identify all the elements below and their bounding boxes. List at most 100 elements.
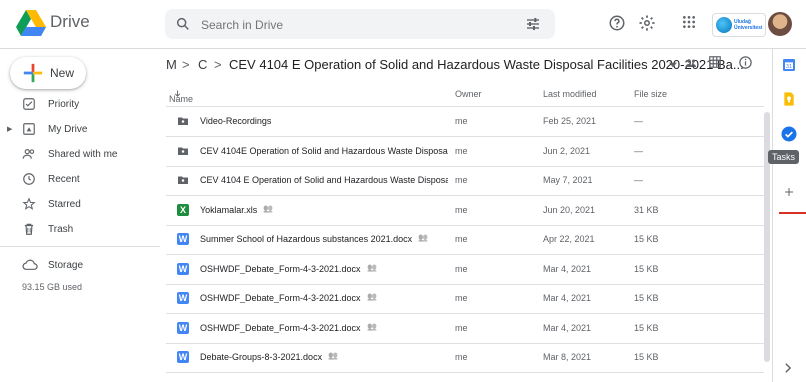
- file-name[interactable]: Debate-Groups-8-3-2021.docx: [200, 352, 322, 362]
- sidebar-item-label: Priority: [48, 99, 80, 110]
- file-size: —: [634, 145, 643, 156]
- plus-icon: [23, 63, 43, 83]
- sidebar: New Priority ▶ My Drive Shared with me R…: [0, 49, 160, 382]
- details-info-icon[interactable]: [738, 55, 753, 70]
- file-owner: me: [455, 116, 468, 126]
- vertical-scrollbar[interactable]: [764, 86, 770, 372]
- tasks-icon[interactable]: [780, 125, 798, 143]
- sidebar-item-priority[interactable]: Priority: [0, 94, 160, 116]
- top-bar: Drive Uludağ Üniversitesi: [0, 0, 806, 49]
- file-last-modified: May 7, 2021: [543, 175, 593, 185]
- column-header-name[interactable]: Name: [169, 89, 193, 104]
- folder-dropdown-icon[interactable]: [669, 62, 677, 68]
- breadcrumb-current-folder[interactable]: CEV 4104 E Operation of Solid and Hazard…: [229, 57, 744, 72]
- file-size: 15 KB: [634, 263, 659, 274]
- word-file-icon: W: [177, 233, 189, 245]
- file-owner: me: [455, 234, 468, 244]
- organization-name: Uludağ Üniversitesi: [734, 19, 763, 31]
- table-row[interactable]: W OSHWDF_Debate_Form-4-3-2021.docx 👥 me Mar …: [166, 314, 764, 344]
- search-icon[interactable]: [175, 16, 191, 32]
- sidebar-item-my-drive[interactable]: ▶ My Drive: [0, 119, 160, 141]
- sidebar-item-storage[interactable]: Storage: [0, 255, 160, 277]
- search-input[interactable]: [199, 14, 493, 36]
- table-row[interactable]: Video-Recordings me Feb 25, 2021 —: [166, 107, 764, 137]
- file-name[interactable]: CEV 4104 E Operation of Solid and Hazard…: [200, 175, 448, 185]
- file-name[interactable]: Video-Recordings: [200, 116, 271, 126]
- chevron-right-icon[interactable]: [784, 363, 792, 373]
- table-row[interactable]: CEV 4104 E Operation of Solid and Hazard…: [166, 166, 764, 196]
- table-row[interactable]: W Summer School of Hazardous substances 2…: [166, 225, 764, 255]
- file-last-modified: Feb 25, 2021: [543, 116, 597, 126]
- file-size: 15 KB: [634, 352, 659, 362]
- file-size: 15 KB: [634, 322, 659, 333]
- file-name[interactable]: Summer School of Hazardous substances 20…: [200, 234, 412, 244]
- file-name[interactable]: OSHWDF_Debate_Form-4-3-2021.docx: [200, 323, 361, 333]
- file-name[interactable]: Yoklamalar.xls: [200, 205, 257, 215]
- sidebar-item-label: Trash: [48, 224, 74, 235]
- sidebar-divider: [0, 246, 160, 247]
- calendar-icon[interactable]: 31: [781, 57, 797, 73]
- organization-badge[interactable]: Uludağ Üniversitesi: [712, 13, 766, 37]
- file-owner: me: [455, 352, 468, 362]
- shared-folder-people-icon[interactable]: [685, 58, 697, 68]
- add-addon-plus-icon[interactable]: [783, 186, 795, 198]
- table-row[interactable]: W OSHWDF_Debate_Form-4-3-2021.docx 👥 me Mar …: [166, 284, 764, 314]
- file-owner: me: [455, 175, 468, 185]
- file-owner: me: [455, 293, 468, 303]
- table-header: Name Owner Last modified File size: [166, 84, 764, 107]
- word-file-icon: W: [177, 351, 189, 363]
- column-header-label: Name: [169, 94, 194, 104]
- sidebar-item-shared[interactable]: Shared with me: [0, 144, 160, 166]
- excel-file-icon: X: [177, 203, 189, 216]
- word-file-icon: W: [177, 321, 189, 334]
- sidebar-item-label: Storage: [48, 260, 84, 271]
- column-header-owner[interactable]: Owner: [455, 89, 482, 99]
- table-row[interactable]: X Yoklamalar.xls 👥 me Jun 20, 2021 31 KB: [166, 196, 764, 226]
- sidebar-item-recent[interactable]: Recent: [0, 169, 160, 191]
- clock-icon: [23, 173, 35, 185]
- sidebar-item-trash[interactable]: Trash: [0, 219, 160, 241]
- settings-gear-icon[interactable]: [638, 14, 656, 32]
- search-bar[interactable]: [165, 9, 555, 39]
- table-row[interactable]: W Debate-Groups-8-3-2021.docx 👥 me Mar 8, 20…: [166, 343, 764, 373]
- column-header-file-size[interactable]: File size: [634, 89, 667, 99]
- table-row[interactable]: W OSHWDF_Debate_Form-4-3-2021.docx 👥 me Mar …: [166, 255, 764, 285]
- breadcrumb: M > C > CEV 4104 E Operation of Solid an…: [166, 48, 766, 78]
- shared-people-icon: 👥: [367, 292, 377, 301]
- file-size: 31 KB: [634, 204, 659, 215]
- cloud-icon: [22, 259, 38, 270]
- apps-grid-icon[interactable]: [681, 14, 697, 30]
- app-title[interactable]: Drive: [50, 12, 90, 32]
- grid-view-icon[interactable]: [708, 55, 722, 69]
- sidebar-item-starred[interactable]: Starred: [0, 194, 160, 216]
- help-icon[interactable]: [608, 14, 626, 32]
- expand-caret-icon[interactable]: ▶: [7, 125, 12, 133]
- tasks-indicator-line: [779, 212, 806, 214]
- new-button[interactable]: New: [10, 57, 86, 89]
- breadcrumb-separator-icon: >: [214, 57, 222, 72]
- file-last-modified: Apr 22, 2021: [543, 234, 595, 244]
- folder-icon: [177, 145, 189, 157]
- search-options-icon[interactable]: [525, 16, 541, 32]
- new-button-label: New: [50, 66, 75, 80]
- file-name[interactable]: OSHWDF_Debate_Form-4-3-2021.docx: [200, 264, 361, 274]
- priority-icon: [23, 98, 35, 110]
- side-panel-rail: 31: [772, 49, 806, 382]
- keep-icon[interactable]: [781, 91, 797, 107]
- drive-logo-icon[interactable]: [16, 10, 46, 36]
- my-drive-icon: [23, 123, 35, 135]
- file-name[interactable]: CEV 4104E Operation of Solid and Hazardo…: [200, 146, 448, 156]
- account-avatar[interactable]: [768, 12, 792, 36]
- shared-people-icon: 👥: [328, 351, 338, 360]
- sidebar-item-label: Shared with me: [48, 149, 118, 160]
- file-size: 15 KB: [634, 293, 659, 303]
- breadcrumb-separator-icon: >: [182, 57, 190, 72]
- breadcrumb-item[interactable]: M: [166, 57, 177, 72]
- file-owner: me: [455, 322, 468, 333]
- storage-used-text: 93.15 GB used: [22, 282, 83, 292]
- shared-people-icon: 👥: [418, 233, 428, 242]
- file-name[interactable]: OSHWDF_Debate_Form-4-3-2021.docx: [200, 293, 361, 303]
- breadcrumb-item[interactable]: C: [198, 57, 207, 72]
- table-row[interactable]: CEV 4104E Operation of Solid and Hazardo…: [166, 137, 764, 167]
- column-header-last-modified[interactable]: Last modified: [543, 89, 597, 99]
